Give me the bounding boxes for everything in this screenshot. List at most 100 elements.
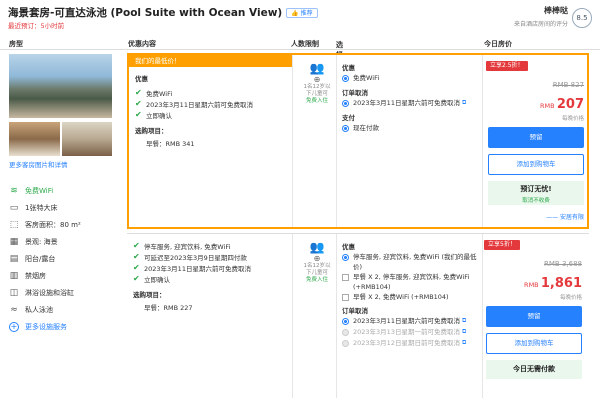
external-link-icon[interactable]: ⧉ <box>462 316 466 326</box>
price-value: 1,861 <box>540 276 582 291</box>
room-title: 海景套房-可直达泳池 (Pool Suite with Ocean View) 👍… <box>8 5 318 20</box>
perk-label: 2023年3月11日星期六前可免费取消 <box>144 264 251 273</box>
divider <box>292 234 293 398</box>
preference-option[interactable]: 停车服务, 迎宾饮料, 免费WiFi (我们的最低价) <box>342 252 480 272</box>
original-price: RMB 3,688 <box>544 260 582 268</box>
pref-perks-title: 优惠 <box>342 64 355 72</box>
preference-options: 优惠 免费WiFi 订单取消 2023年3月11日星期六前可免费取消 ⧉ 支付 现… <box>342 61 482 134</box>
check-icon: ✔ <box>135 110 142 119</box>
amenity-item: ≋ 免费WiFi <box>9 182 81 199</box>
pref-cancel-title: 订单取消 <box>342 307 368 315</box>
preference-label: 早餐 X 2, 停车服务, 迎宾饮料, 免费WiFi (+RMB104) <box>353 273 470 291</box>
more-photos-link[interactable]: 更多客房图片和详情 <box>9 159 68 169</box>
perk-label: 2023年3月11日星期六前可免费取消 <box>146 100 253 109</box>
perk-item: ✔ 2023年3月11日星期六前可免费取消 <box>135 98 285 109</box>
reserve-button[interactable]: 预留 <box>488 127 584 148</box>
preference-option[interactable]: 2023年3月11日星期六前可免费取消 ⧉ <box>342 316 480 327</box>
people-icon: 👥 <box>309 240 325 254</box>
preference-label: 2023年3月13日星期一前可免费取消 <box>353 328 460 336</box>
preference-option[interactable]: 2023年3月11日星期六前可免费取消 ⧉ <box>342 98 482 109</box>
check-icon: ✔ <box>135 99 142 108</box>
add-to-cart-button[interactable]: 添加到购物车 <box>488 154 584 175</box>
amenity-item: ▤ 阳台/露台 <box>9 250 81 267</box>
perks-title: 优惠 <box>135 75 148 83</box>
pref-pay-title: 支付 <box>342 114 355 122</box>
bathtub-icon: ◫ <box>9 287 19 298</box>
original-price: RMB 827 <box>552 81 584 89</box>
people-icon: 👥 <box>309 61 325 75</box>
options-title: 选购项目： <box>135 127 168 135</box>
amenity-item: ▥ 禁烟房 <box>9 267 81 284</box>
preference-label: 停车服务, 迎宾饮料, 免费WiFi (我们的最低价) <box>353 253 477 271</box>
reserve-button[interactable]: 预留 <box>486 306 582 327</box>
guest-note: 免费入住 <box>305 98 328 104</box>
preference-option[interactable]: 早餐 X 2, 免费WiFi (+RMB104) <box>342 292 480 303</box>
preference-option[interactable]: 免费WiFi <box>342 73 482 84</box>
info-icon[interactable]: ⓘ <box>336 40 343 50</box>
review-summary[interactable]: 棒棒哒 来自酒店房间的评分 8.5 <box>514 5 592 28</box>
last-booked-text: 最近预订：5小时前 <box>8 22 65 30</box>
guest-note: 免费入住 <box>305 277 328 283</box>
col-room: 房型 <box>9 40 23 48</box>
price-value: 207 <box>556 97 584 112</box>
perk-item: ✔ 免费WiFi <box>135 87 285 98</box>
preference-option[interactable]: 现在付款 <box>342 123 482 134</box>
radio-button[interactable] <box>342 99 349 107</box>
offer-perks: 优惠 ✔ 免费WiFi ✔ 2023年3月11日星期六前可免费取消 ✔ 立即确认 选购项目… <box>135 73 285 150</box>
room-thumbnail[interactable] <box>62 122 112 156</box>
perk-item: ✔ 停车服务, 迎宾饮料, 免费WiFi <box>133 240 283 251</box>
per-night-label: 每晚价格 <box>561 116 584 122</box>
perk-label: 立即确认 <box>146 111 172 120</box>
perk-item: ✔ 立即确认 <box>135 109 285 120</box>
room-main-photo[interactable] <box>9 54 112 118</box>
col-offer: 优惠内容 <box>128 40 156 48</box>
perk-label: 停车服务, 迎宾饮料, 免费WiFi <box>144 242 231 251</box>
preference-option: 2023年3月12日星期日前可免费取消 ⧉ <box>342 338 480 349</box>
lowest-price-banner: 我们的最低价！ <box>129 55 292 67</box>
add-to-cart-button[interactable]: 添加到购物车 <box>486 333 582 354</box>
amenity-label: 景观: 海景 <box>25 237 58 246</box>
divider <box>336 234 337 398</box>
amenity-label: 客房面积：80 m² <box>25 220 81 229</box>
review-sub: 来自酒店房间的评分 <box>513 21 568 28</box>
check-icon: ✔ <box>133 252 140 261</box>
external-link-icon[interactable]: ⧉ <box>462 98 466 108</box>
radio-button[interactable] <box>342 317 349 325</box>
divider <box>482 234 483 398</box>
no-worry-sub: 取消不收费 <box>522 198 550 204</box>
col-price: 今日房价 <box>484 40 512 48</box>
current-price: RMB 207 <box>540 97 584 112</box>
checkbox[interactable] <box>342 273 349 281</box>
column-headers: 房型 优惠内容 人数限制 选择偏好客房 ⓘ 今日房价 <box>0 38 600 99</box>
amenity-item: ⬚ 客房面积：80 m² <box>9 216 81 233</box>
secure-label: —— 安居有限 <box>546 214 584 221</box>
radio-button <box>342 328 349 336</box>
perk-label: 可延迟至2023年3月9日星期四付款 <box>144 253 247 262</box>
guest-limit: 👥 ⊕ 1名12岁以 下儿童可 免费入住 <box>297 61 337 105</box>
price-currency: RMB <box>524 281 539 289</box>
amenity-item[interactable]: + 更多设施服务 <box>9 318 81 335</box>
radio-button[interactable] <box>342 253 349 261</box>
external-link-icon[interactable]: ⧉ <box>462 327 466 337</box>
room-thumbnail[interactable] <box>9 122 60 156</box>
amenity-item: ≈ 私人泳池 <box>9 301 81 318</box>
radio-button[interactable] <box>342 74 349 82</box>
radio-button[interactable] <box>342 124 349 132</box>
guest-limit: 👥 ⊕ 1名12岁以 下儿童可 免费入住 <box>297 240 337 284</box>
like-button[interactable]: 👍 推荐 <box>286 8 318 18</box>
amenity-label: 私人泳池 <box>25 305 53 314</box>
checkbox[interactable] <box>342 293 349 301</box>
col-guests: 人数限制 <box>291 40 319 48</box>
offer-perks: ✔ 停车服务, 迎宾饮料, 免费WiFi ✔ 可延迟至2023年3月9日星期四付款 ✔ 2… <box>133 240 283 314</box>
preference-option: 2023年3月13日星期一前可免费取消 ⧉ <box>342 327 480 338</box>
guest-note: 下儿童可 <box>305 91 328 97</box>
radio-button <box>342 339 349 347</box>
amenity-item: ◫ 淋浴设施和浴缸 <box>9 284 81 301</box>
child-icon: ⊕ <box>313 75 321 84</box>
option-item: 早餐：RMB 341 <box>146 140 195 148</box>
external-link-icon[interactable]: ⧉ <box>462 338 466 348</box>
preference-option[interactable]: 早餐 X 2, 停车服务, 迎宾饮料, 免费WiFi (+RMB104) <box>342 272 480 292</box>
child-icon: ⊕ <box>313 254 321 263</box>
divider <box>292 55 293 227</box>
preference-label: 2023年3月11日星期六前可免费取消 <box>353 317 460 325</box>
